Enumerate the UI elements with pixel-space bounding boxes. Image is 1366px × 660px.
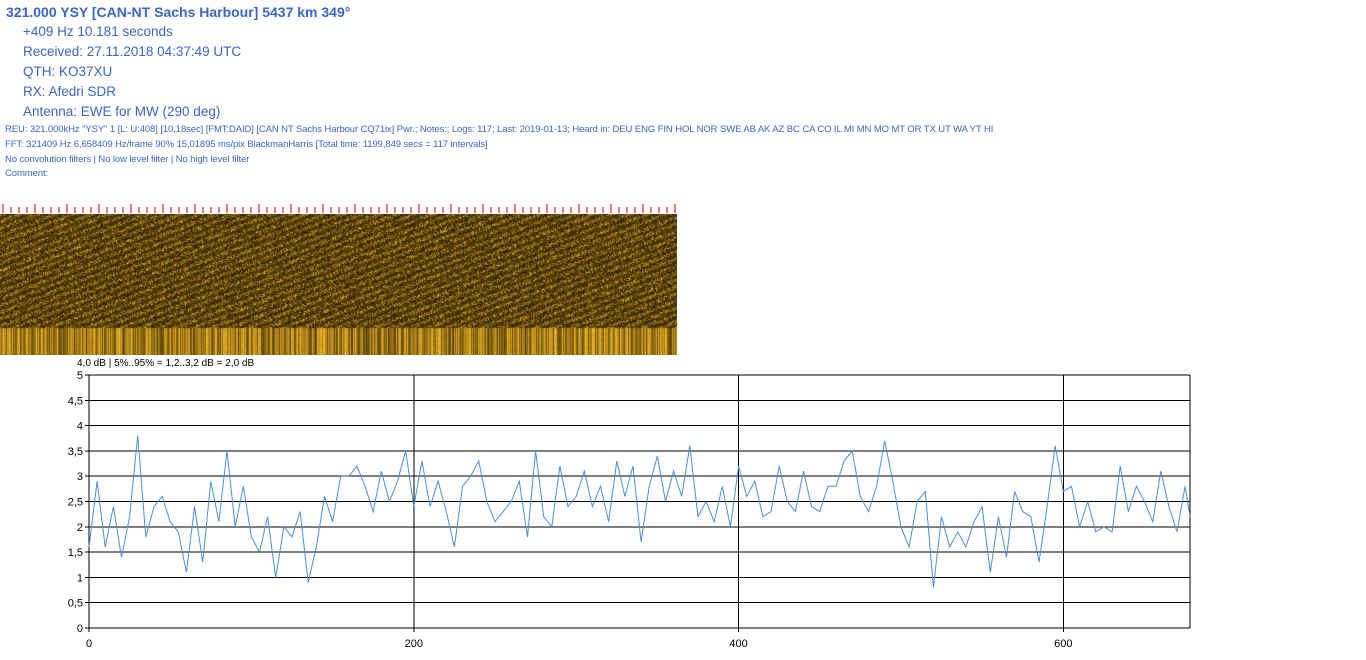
spectrogram-tick-ruler: [2, 204, 676, 213]
x-tick-label: 600: [1054, 638, 1072, 650]
y-tick-label: 5: [77, 370, 83, 382]
comment: Comment:: [5, 168, 49, 179]
x-tick-label: 400: [729, 638, 747, 650]
level-series-line: [88, 435, 1191, 588]
x-tick-label: 0: [86, 638, 92, 650]
y-tick-label: 4,5: [68, 395, 83, 407]
reu-details: REU: 321.000kHz "YSY" 1 [L: U:408] [10,1…: [5, 124, 994, 135]
y-tick-label: 3,5: [68, 446, 83, 458]
x-axis-ticks: 0 200 400 600: [86, 638, 1073, 650]
y-tick-label: 1: [77, 572, 83, 584]
frequency-offset: +409 Hz 10.181 seconds: [23, 24, 173, 39]
y-tick-label: 0: [77, 623, 83, 635]
filter-details: No convolution filters | No low level fi…: [5, 154, 250, 165]
y-tick-label: 2: [77, 522, 83, 534]
y-tick-label: 4: [77, 421, 83, 433]
qth: QTH: KO37XU: [23, 64, 113, 79]
spectrogram: [0, 214, 677, 355]
x-tick-label: 200: [405, 638, 423, 650]
antenna: Antenna: EWE for MW (290 deg): [23, 104, 221, 119]
chart-grid: [85, 374, 1191, 632]
receiver: RX: Afedri SDR: [23, 84, 117, 99]
level-chart: 0 0,5 1 1,5 2 2,5 3 3,5 4 4,5 5 0 200 400 600: [68, 370, 1191, 650]
y-tick-label: 1,5: [68, 547, 83, 559]
y-tick-label: 3: [77, 471, 83, 483]
y-tick-label: 0,5: [68, 598, 83, 610]
fft-details: FFT: 321409 Hz 6,658409 Hz/frame 90% 15,…: [5, 139, 488, 150]
y-axis-ticks: 0 0,5 1 1,5 2 2,5 3 3,5 4 4,5 5: [68, 370, 83, 635]
station-title: 321.000 YSY [CAN-NT Sachs Harbour] 5437 …: [6, 4, 351, 20]
received-time: Received: 27.11.2018 04:37:49 UTC: [23, 44, 242, 59]
y-tick-label: 2,5: [68, 497, 83, 509]
